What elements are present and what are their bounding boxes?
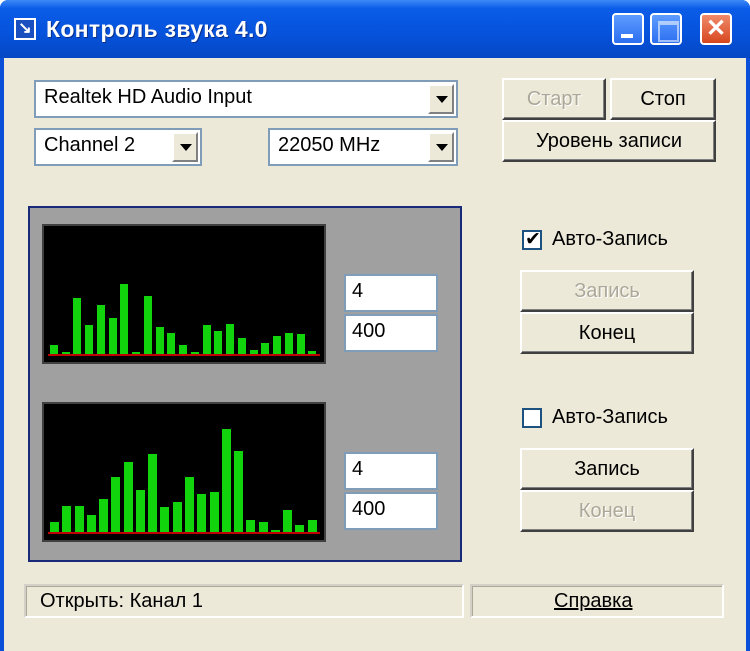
channel1-field-b-value: 400 [352, 320, 386, 342]
channel1-level-bar [120, 284, 128, 354]
app-icon[interactable]: ↘ [14, 18, 36, 40]
channel2-record-button[interactable]: Запись [520, 448, 694, 490]
channel1-level-bar [297, 334, 305, 354]
sample-rate-value: 22050 MHz [278, 134, 381, 156]
channel2-level-bar [62, 506, 71, 532]
channel2-level-bar [259, 522, 268, 532]
channel2-field-a[interactable]: 4 [344, 452, 438, 490]
channel1-baseline [48, 354, 320, 356]
status-bar-left: Открыть: Канал 1 [24, 584, 464, 618]
sample-rate-select[interactable]: 22050 MHz [268, 128, 458, 166]
channel1-level-bar [50, 345, 58, 354]
channel2-level-bar [50, 522, 59, 532]
minimize-button[interactable] [612, 13, 644, 45]
channel2-level-bar [124, 462, 133, 532]
channel2-level-meter [42, 402, 326, 542]
channel1-level-bar [250, 350, 258, 354]
channel2-level-bar [111, 477, 120, 532]
channel2-field-b-value: 400 [352, 498, 386, 520]
channel1-field-b[interactable]: 400 [344, 314, 438, 352]
channel1-level-bar [261, 343, 269, 354]
stop-button[interactable]: Стоп [610, 78, 716, 120]
channel2-level-bar [197, 494, 206, 532]
channel2-level-bar [173, 502, 182, 532]
channel1-level-bar [179, 345, 187, 354]
channel2-level-bar [234, 451, 243, 532]
channel2-level-bar [160, 507, 169, 532]
channel2-level-bar [222, 429, 231, 532]
channel1-field-a-value: 4 [352, 280, 364, 302]
channel1-level-bar [97, 305, 105, 354]
maximize-button [650, 13, 682, 45]
client-area: Realtek HD Audio Input Channel 2 22050 M… [4, 58, 746, 651]
channel1-auto-record-label: Авто-Запись [552, 228, 668, 250]
channel1-record-button[interactable]: Запись [520, 270, 694, 312]
channel2-end-button[interactable]: Конец [520, 490, 694, 532]
start-button[interactable]: Старт [502, 78, 606, 120]
channel2-level-bar [185, 477, 194, 532]
channel2-auto-record-label: Авто-Запись [552, 406, 668, 428]
channel1-level-bar [144, 296, 152, 354]
record-level-button[interactable]: Уровень записи [502, 120, 716, 162]
channel-select-value: Channel 2 [44, 134, 136, 156]
help-link[interactable]: Справка [554, 590, 632, 613]
channel1-field-a[interactable]: 4 [344, 274, 438, 312]
chevron-down-icon[interactable] [428, 84, 454, 114]
channel2-baseline [48, 532, 320, 534]
channel2-level-bar [295, 525, 304, 532]
channel2-level-bar [148, 454, 157, 532]
channel2-level-bar [283, 510, 292, 532]
channel1-level-meter [42, 224, 326, 364]
channel2-field-a-value: 4 [352, 458, 364, 480]
window-title: Контроль звука 4.0 [46, 16, 268, 42]
status-bar-right: Справка [470, 584, 724, 618]
title-bar[interactable]: ↘ Контроль звука 4.0 ✕ [0, 0, 750, 58]
channel1-level-bar [238, 338, 246, 354]
channel1-level-bar [308, 351, 316, 354]
channel2-level-bar [75, 506, 84, 532]
close-icon: ✕ [705, 15, 727, 42]
device-select[interactable]: Realtek HD Audio Input [34, 80, 458, 118]
channel1-level-bar [109, 318, 117, 354]
chevron-down-icon[interactable] [428, 132, 454, 162]
channel1-level-bar [167, 333, 175, 354]
app-window: ↘ Контроль звука 4.0 ✕ Realtek HD Audio … [0, 0, 750, 651]
channel2-level-bar [87, 515, 96, 532]
channel2-level-bar [136, 490, 145, 532]
channel1-end-button[interactable]: Конец [520, 312, 694, 354]
channel2-level-bar [308, 520, 317, 532]
chevron-down-icon[interactable] [172, 132, 198, 162]
channel2-field-b[interactable]: 400 [344, 492, 438, 530]
channel1-level-bar [191, 352, 199, 354]
channel2-level-bar [271, 530, 280, 532]
close-button[interactable]: ✕ [700, 13, 732, 45]
channel1-level-bar [273, 336, 281, 354]
channel-select[interactable]: Channel 2 [34, 128, 202, 166]
channel2-level-bar [210, 492, 219, 532]
channel1-level-bar [132, 352, 140, 354]
channel1-level-bar [85, 325, 93, 354]
channel2-auto-record-checkbox[interactable] [522, 408, 542, 428]
channel1-auto-record-checkbox[interactable] [522, 228, 542, 251]
channel1-level-bar [156, 327, 164, 354]
channel1-level-bar [214, 331, 222, 354]
channel1-level-bar [62, 352, 70, 354]
level-meter-panel: 4 400 4 400 [28, 206, 462, 562]
channel2-level-bar [246, 520, 255, 532]
channel1-level-bar [226, 324, 234, 354]
device-select-value: Realtek HD Audio Input [44, 86, 252, 108]
channel2-level-bar [99, 499, 108, 532]
status-text: Открыть: Канал 1 [40, 590, 203, 612]
channel1-level-bar [73, 298, 81, 354]
channel1-level-bar [203, 325, 211, 354]
channel1-level-bar [285, 333, 293, 354]
